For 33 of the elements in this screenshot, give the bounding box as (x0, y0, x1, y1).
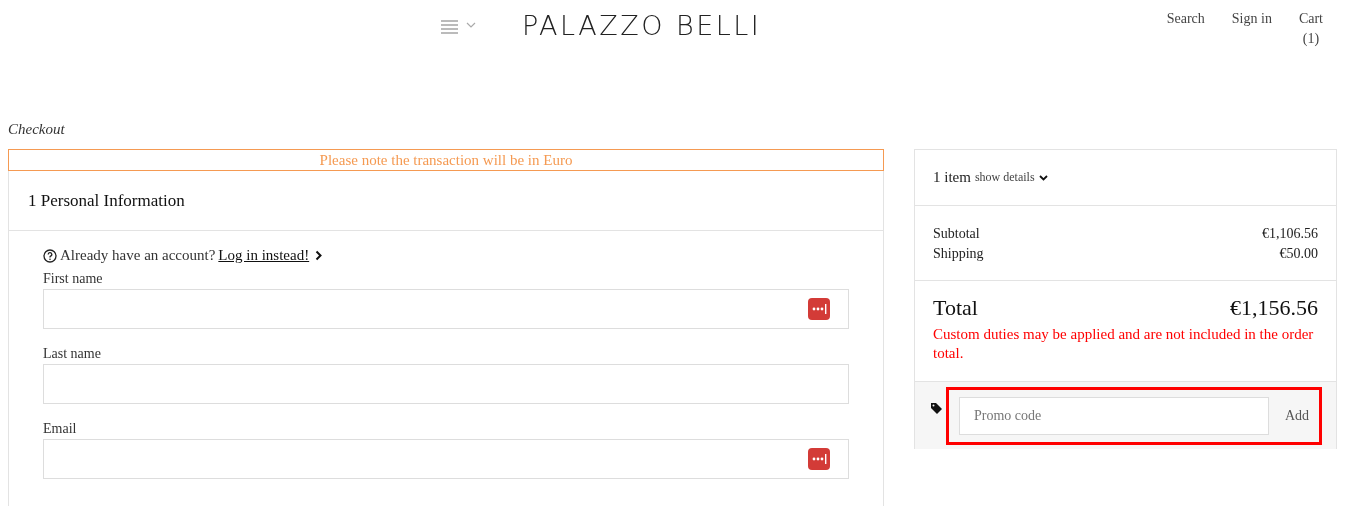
account-prompt: Already have an account? (60, 247, 216, 264)
step-title: 1 Personal Information (28, 190, 185, 211)
input-field[interactable] (43, 364, 849, 404)
login-link[interactable]: Log in instead! (218, 247, 310, 264)
help-icon (43, 248, 57, 263)
line-label: Shipping (933, 245, 984, 263)
total-label: Total (933, 295, 978, 321)
show-details-link[interactable]: show details (974, 170, 1035, 185)
nav-link[interactable]: Sign in (1231, 9, 1272, 49)
total-value: €1,156.56 (1230, 295, 1318, 321)
line-label: Subtotal (933, 225, 980, 243)
input-field[interactable] (43, 289, 849, 329)
field-label: Last name (43, 346, 102, 363)
chevron-right-icon (315, 250, 323, 261)
line-value: €50.00 (1279, 245, 1318, 263)
line-value: €1,106.56 (1262, 225, 1318, 243)
promo-code-field[interactable]: Promo code (959, 396, 1269, 435)
tag-icon (930, 402, 943, 415)
item-count: 1 item (933, 169, 971, 186)
chevron-down-icon (1038, 174, 1048, 181)
menu-icon[interactable] (441, 18, 477, 35)
notice-banner: Please note the transaction will be in Euro (8, 149, 884, 171)
field-label: First name (43, 271, 104, 288)
input-field[interactable] (43, 439, 849, 479)
password-manager-icon[interactable] (808, 298, 830, 320)
password-manager-icon[interactable] (808, 448, 830, 470)
field-label: Email (43, 421, 78, 438)
page-title: Checkout (8, 121, 66, 139)
nav-link[interactable]: Cart (1) (1298, 9, 1323, 49)
duties-note: Custom duties may be applied and are not included in the order total. (933, 325, 1315, 363)
logo[interactable]: PALAZZO BELLI (522, 10, 762, 41)
add-button[interactable]: Add (1268, 407, 1309, 424)
nav-link[interactable]: Search (1166, 9, 1205, 49)
